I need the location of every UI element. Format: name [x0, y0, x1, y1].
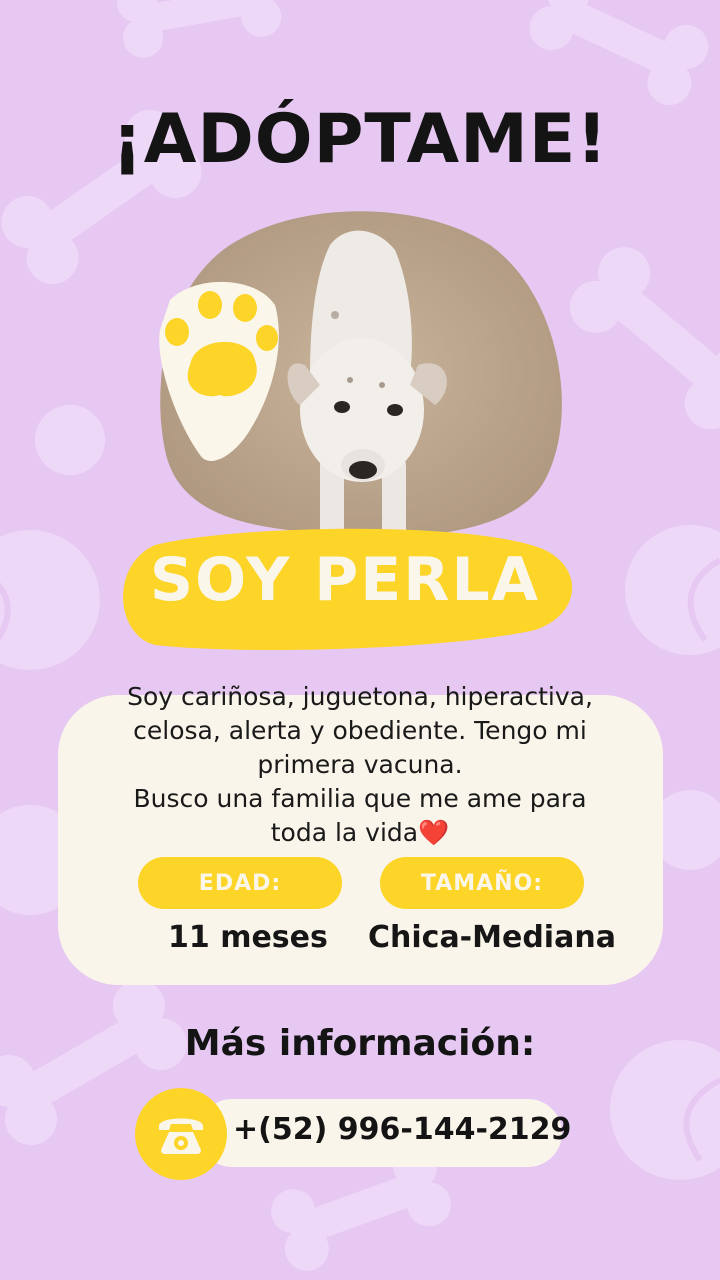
phone-number[interactable]: +(52) 996-144-2129 [233, 1112, 571, 1147]
description-line: celosa, alerta y obediente. Tengo mi [133, 716, 587, 745]
description-line: primera vacuna. [257, 750, 463, 779]
description-line: toda la vida❤️ [90, 816, 630, 850]
description-line: Soy cariñosa, juguetona, hiperactiva, [127, 682, 593, 711]
description-line: Busco una familia que me ame para [133, 784, 587, 813]
age-value: 11 meses [168, 920, 328, 955]
more-info-heading: Más información: [184, 1023, 536, 1064]
paw-icon [159, 281, 279, 461]
age-label: EDAD: [138, 857, 342, 909]
pet-name: SOY PERLA [149, 545, 541, 615]
heart-icon: ❤️ [418, 818, 450, 847]
description-line-end: toda la vida [270, 818, 419, 847]
pet-description: Soy cariñosa, juguetona, hiperactiva, ce… [90, 680, 630, 850]
size-value: Chica-Mediana [368, 920, 616, 955]
size-label: TAMAÑO: [380, 857, 584, 909]
page-title: ¡ADÓPTAME! [111, 100, 609, 179]
phone-icon-badge[interactable] [135, 1088, 227, 1180]
telephone-icon [159, 1118, 203, 1154]
